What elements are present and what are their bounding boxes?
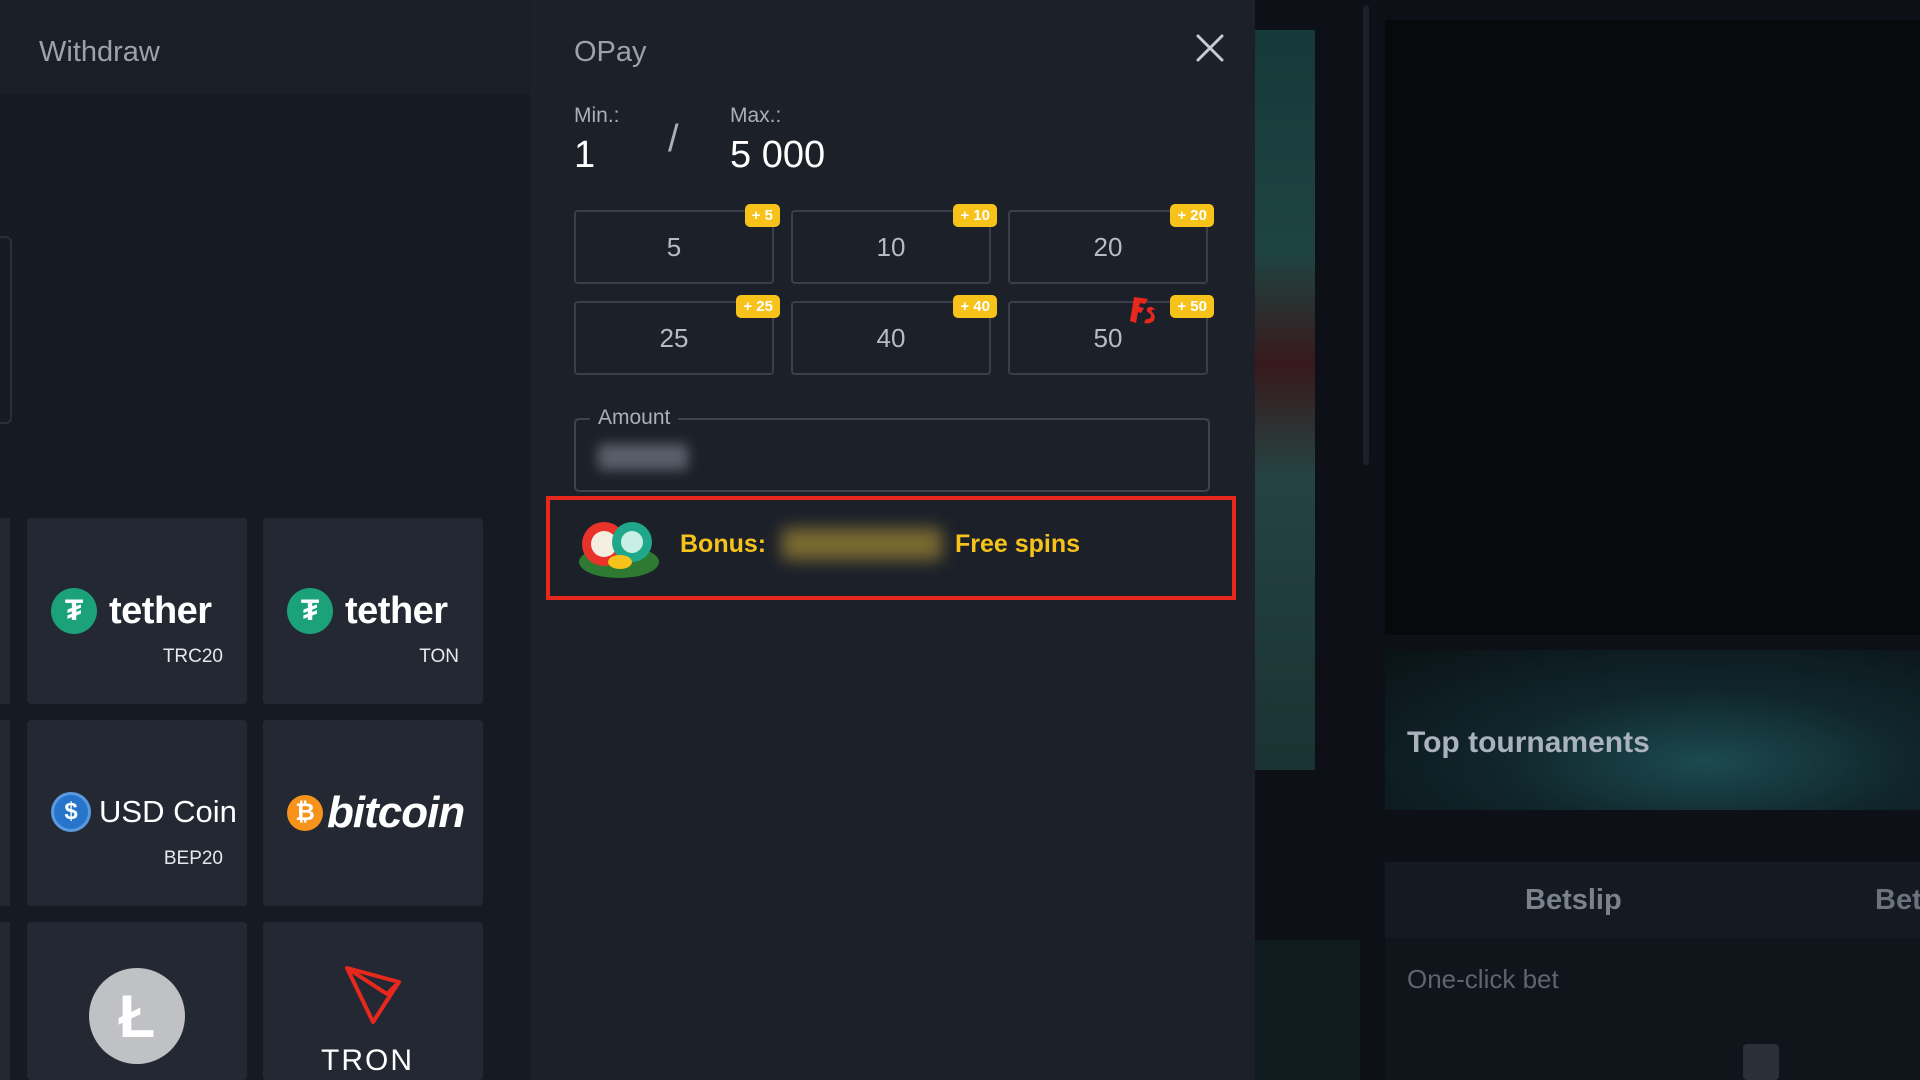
bonus-badge: + 40: [953, 295, 997, 318]
min-label: Min.:: [574, 104, 620, 127]
amount-button-5[interactable]: 5 + 5: [574, 204, 780, 284]
method-bitcoin[interactable]: ₿ bitcoin: [263, 720, 483, 906]
method-name: bitcoin: [327, 788, 465, 837]
partial-method-tile[interactable]: [0, 518, 10, 704]
amount-button-25[interactable]: 25 + 25: [574, 295, 780, 375]
amount-value: 10: [876, 231, 906, 262]
top-tournaments-title: Top tournaments: [1407, 726, 1650, 759]
amount-value: 5: [666, 231, 682, 262]
usdc-icon: $: [51, 792, 91, 832]
tab-bets[interactable]: Bet: [1875, 884, 1920, 917]
method-name: TRON: [321, 1044, 414, 1077]
betslip-tabs: Betslip Bet: [1385, 862, 1920, 938]
one-click-bet-label[interactable]: One-click bet: [1407, 964, 1559, 995]
tether-icon: ₮: [287, 588, 333, 634]
amount-button-20[interactable]: 20 + 20: [1008, 204, 1214, 284]
amount-placeholder-blurred: [598, 444, 688, 470]
modal-title: OPay: [574, 36, 647, 68]
min-value: 1: [574, 134, 596, 176]
bonus-badge: + 25: [736, 295, 780, 318]
bonus-badge: + 20: [1170, 204, 1214, 227]
bitcoin-icon: ₿: [287, 795, 323, 831]
method-usdc-bep20[interactable]: $ USD Coin BEP20: [27, 720, 247, 906]
bonus-amount-blurred: [782, 528, 942, 560]
close-icon[interactable]: [1192, 30, 1228, 66]
tether-icon: ₮: [51, 588, 97, 634]
litecoin-icon: Ł: [89, 968, 185, 1064]
method-network: TON: [419, 646, 459, 667]
betslip-body: One-click bet: [1385, 938, 1920, 1080]
background-scrollbar: [1363, 5, 1369, 465]
background-game-thumbnail: [1255, 940, 1360, 1080]
tron-icon: [345, 966, 401, 1024]
separator: /: [668, 118, 679, 160]
background-game-banner: [1255, 30, 1315, 770]
bonus-free-spins: Free spins: [955, 530, 1081, 558]
method-tether-ton[interactable]: ₮ tether TON: [263, 518, 483, 704]
partial-method-tile[interactable]: [0, 922, 10, 1080]
method-name: USD Coin: [99, 794, 237, 829]
amount-input[interactable]: Amount: [574, 406, 1210, 492]
amount-label: Amount: [590, 406, 679, 430]
background-video-area: [1385, 20, 1920, 635]
method-name: tether: [109, 589, 212, 632]
top-tournaments-banner: Top tournaments: [1385, 650, 1920, 810]
bonus-badge: + 50: [1170, 295, 1214, 318]
method-tron[interactable]: TRON: [263, 922, 483, 1080]
bonus-info: Bonus: Free spins: [546, 496, 1236, 600]
method-litecoin[interactable]: Ł: [27, 922, 247, 1080]
max-value: 5 000: [730, 134, 826, 176]
bonus-badge: + 5: [744, 204, 780, 227]
method-network: BEP20: [163, 848, 223, 869]
withdraw-header: Withdraw: [0, 0, 530, 94]
method-network: TRC20: [162, 646, 223, 667]
tab-betslip[interactable]: Betslip: [1525, 884, 1622, 917]
method-tether-trc20[interactable]: ₮ tether TRC20: [27, 518, 247, 704]
withdraw-title: Withdraw: [39, 36, 160, 68]
free-spins-icon: [1130, 297, 1156, 324]
collapsed-menu-edge: [0, 236, 12, 424]
bonus-label: Bonus:: [680, 530, 767, 558]
amount-button-10[interactable]: 10 + 10: [791, 204, 997, 284]
amount-button-50[interactable]: 50 + 50: [1008, 295, 1214, 375]
amount-button-40[interactable]: 40 + 40: [791, 295, 997, 375]
opay-modal: OPay Min.: 1 / Max.: 5 000 5 + 5 10 + 10…: [530, 0, 1255, 1080]
amount-value: 25: [659, 322, 689, 353]
partial-method-tile[interactable]: [0, 720, 10, 906]
max-label: Max.:: [730, 104, 782, 127]
bonus-badge: + 10: [953, 204, 997, 227]
amount-value: 20: [1093, 231, 1123, 262]
withdraw-panel: Withdraw ₮ tether TRC20 ₮ tether TON $ U…: [0, 0, 530, 1080]
amount-value: 40: [876, 322, 906, 353]
bonus-chips-icon: [579, 522, 659, 578]
method-name: tether: [345, 589, 448, 632]
amount-value: 50: [1093, 322, 1123, 353]
document-icon: [1743, 1044, 1779, 1080]
